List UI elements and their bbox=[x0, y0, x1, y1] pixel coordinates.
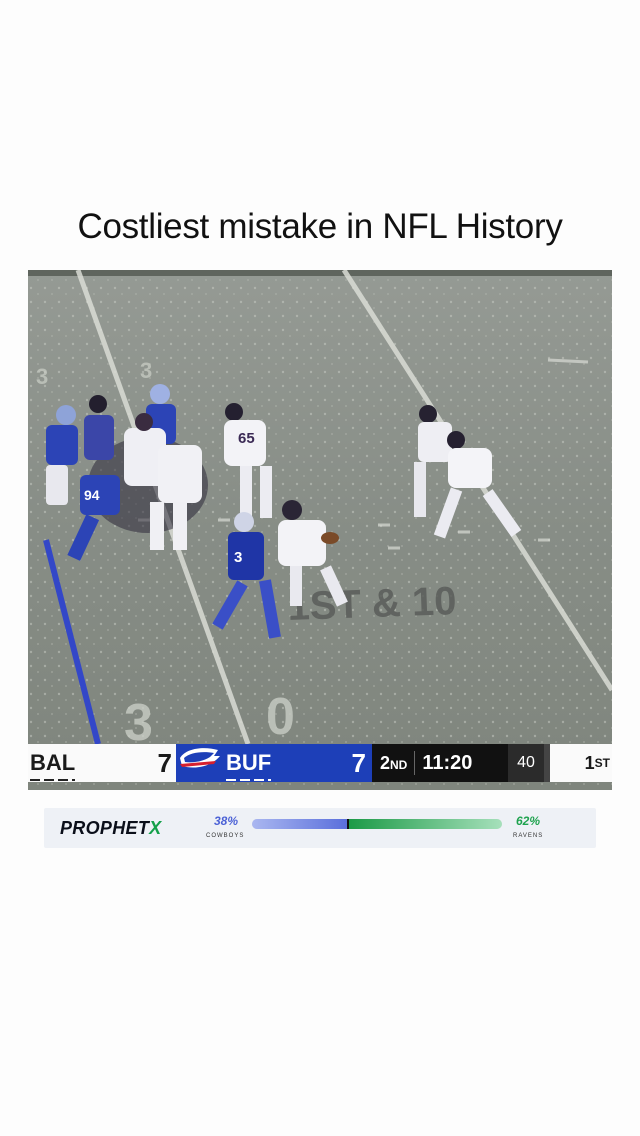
right-probability-fill bbox=[349, 819, 502, 829]
clock-divider bbox=[414, 751, 416, 775]
home-team-abbr: BUF bbox=[226, 750, 272, 781]
right-team-label: RAVENS bbox=[513, 833, 544, 839]
home-team-panel: BUF 7 bbox=[176, 744, 372, 782]
right-team-percent: 62% bbox=[516, 814, 541, 828]
left-team-percent: 38% bbox=[214, 814, 239, 828]
away-score: 7 bbox=[157, 747, 172, 778]
yard-number-top-mid: 3 bbox=[140, 358, 152, 383]
down-and-distance: 1 ST bbox=[544, 744, 612, 782]
prophetx-odds-banner[interactable]: PROPHETX 38% COWBOYS 62% RAVENS bbox=[44, 808, 596, 848]
jersey-number-65: 65 bbox=[238, 430, 255, 447]
play-clock: 40 bbox=[508, 744, 544, 782]
win-probability-bar bbox=[252, 819, 502, 829]
yard-number-top-left: 3 bbox=[36, 364, 48, 389]
game-clock-panel: 2ND 11:20 40 bbox=[372, 744, 544, 782]
football-field-frame: 3 3 3 0 1ST & 10 94 65 3 bbox=[28, 270, 612, 790]
prophetx-logo: PROPHETX bbox=[60, 818, 162, 838]
first-and-ten-field-graphic: 1ST & 10 bbox=[287, 579, 457, 629]
game-clock: 11:20 bbox=[422, 751, 473, 774]
jersey-number-94: 94 bbox=[84, 487, 100, 503]
away-team-abbr: BAL bbox=[30, 750, 76, 781]
jersey-number-3: 3 bbox=[234, 549, 242, 566]
yard-number-bottom-right: 0 bbox=[266, 688, 295, 746]
quarter: 2ND bbox=[380, 752, 408, 773]
away-team-panel: BAL 7 bbox=[28, 744, 176, 782]
bills-logo-icon bbox=[180, 748, 220, 768]
scorebug: BAL 7 BUF 7 2ND 11:20 40 1 ST bbox=[28, 744, 612, 782]
left-probability-fill bbox=[252, 819, 347, 829]
caption: Costliest mistake in NFL History bbox=[77, 207, 563, 246]
left-team-label: COWBOYS bbox=[206, 833, 245, 839]
home-score: 7 bbox=[351, 747, 366, 778]
video-player[interactable]: 3 3 3 0 1ST & 10 94 65 3 BAL 7 BUF 7 2ND… bbox=[28, 270, 612, 790]
